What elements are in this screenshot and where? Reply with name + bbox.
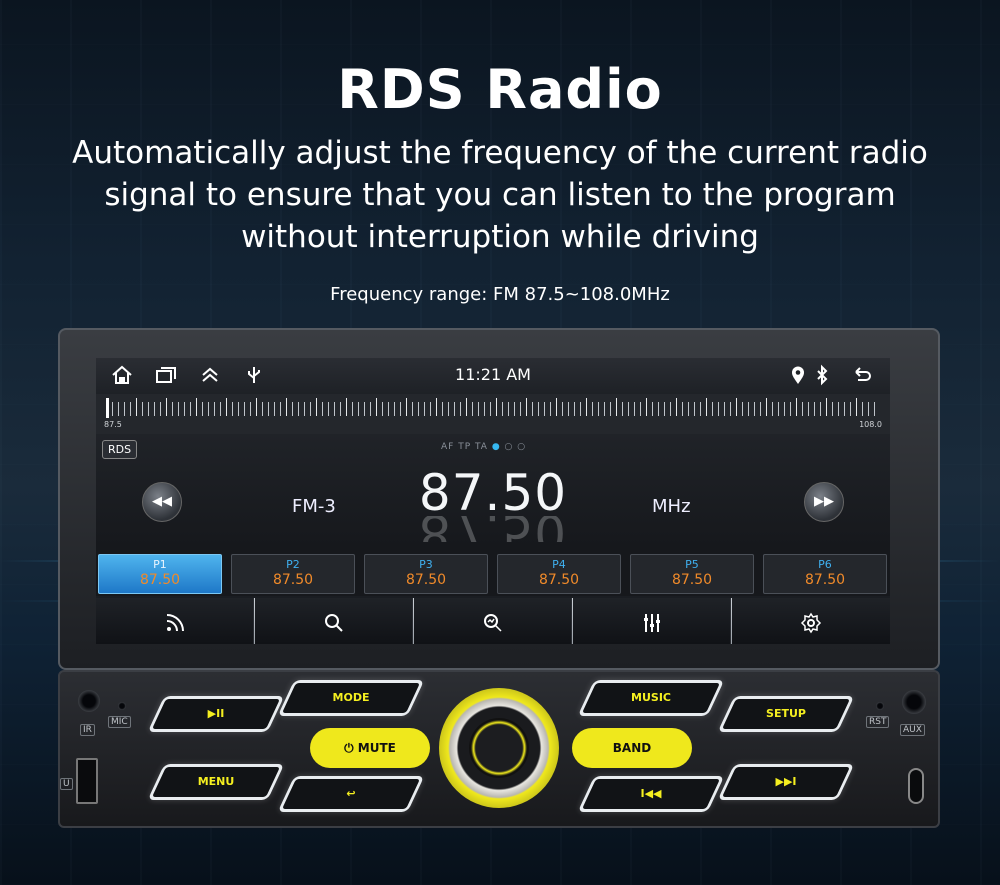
scale-min-label: 87.5	[104, 420, 122, 429]
frequency-range-text: Frequency range: FM 87.5~108.0MHz	[330, 284, 670, 305]
play-pause-button[interactable]: ▶II	[147, 696, 285, 732]
preset-6[interactable]: P6 87.50	[763, 554, 887, 594]
preset-value: 87.50	[139, 572, 181, 588]
mode-label: MODE	[332, 691, 370, 704]
preset-value: 87.50	[804, 572, 846, 588]
preset-label: P3	[419, 558, 433, 571]
setup-button[interactable]: SETUP	[717, 696, 855, 732]
bluetooth-icon	[810, 364, 834, 388]
page-subtitle: Automatically adjust the frequency of th…	[72, 135, 928, 255]
menu-label: MENU	[197, 775, 235, 788]
preset-value: 87.50	[405, 572, 447, 588]
frequency-display: 87.50	[418, 464, 568, 522]
rst-label: RST	[866, 716, 890, 728]
preset-5[interactable]: P5 87.50	[630, 554, 754, 594]
screen-frame: 11:21 AM 87.5 108.0 RDS AF TP TA ● ○ ○ ◀…	[58, 328, 940, 670]
tuner-display: RDS AF TP TA ● ○ ○ ◀◀ FM-3 87.50 87.50 M…	[96, 434, 890, 548]
setup-label: SETUP	[766, 707, 806, 720]
signal-icon[interactable]	[96, 598, 254, 644]
preset-label: P6	[818, 558, 832, 571]
preset-value: 87.50	[538, 572, 580, 588]
preset-label: P5	[685, 558, 699, 571]
preset-label: P1	[153, 558, 167, 571]
settings-icon[interactable]	[732, 598, 890, 644]
radio-unit: 11:21 AM 87.5 108.0 RDS AF TP TA ● ○ ○ ◀…	[58, 328, 940, 828]
flag-scan-icon: ○	[517, 442, 527, 452]
play-pause-label: ▶II	[207, 707, 225, 720]
mute-button[interactable]: ⏻ MUTE	[310, 728, 430, 768]
rds-flags-text: AF TP TA	[441, 442, 488, 452]
preset-2[interactable]: P2 87.50	[231, 554, 355, 594]
mic-label: MIC	[108, 716, 131, 728]
usb-label: U	[60, 778, 73, 790]
return-icon: ↩	[346, 787, 356, 800]
mute-label: MUTE	[357, 741, 396, 755]
seek-forward-button[interactable]: ▶▶	[804, 482, 844, 522]
back-icon[interactable]	[850, 364, 874, 388]
rds-flags: AF TP TA ● ○ ○	[441, 442, 526, 452]
flag-search-icon: ○	[504, 442, 514, 452]
next-icon: ▶▶I	[775, 775, 797, 788]
preset-value: 87.50	[272, 572, 314, 588]
reset-hole[interactable]	[876, 702, 884, 710]
tuning-needle[interactable]	[106, 398, 109, 418]
return-button[interactable]: ↩	[277, 776, 425, 812]
aux-label: AUX	[900, 724, 925, 736]
preset-bar: P1 87.50 P2 87.50 P3 87.50 P4 87.50 P5 8…	[96, 548, 890, 596]
scan-icon[interactable]	[414, 598, 572, 644]
preset-1[interactable]: P1 87.50	[98, 554, 222, 594]
equalizer-icon[interactable]	[573, 598, 731, 644]
next-button[interactable]: ▶▶I	[717, 764, 855, 800]
ir-sensor	[78, 690, 100, 712]
menu-button[interactable]: MENU	[147, 764, 285, 800]
preset-label: P2	[286, 558, 300, 571]
scale-max-label: 108.0	[859, 420, 882, 429]
preset-3[interactable]: P3 87.50	[364, 554, 488, 594]
search-icon[interactable]	[255, 598, 413, 644]
previous-icon: I◀◀	[640, 787, 662, 800]
preset-value: 87.50	[671, 572, 713, 588]
control-panel: IR MIC U ▶II MODE MENU ↩ ⏻ MUTE BAND MUS…	[58, 670, 940, 828]
preset-label: P4	[552, 558, 566, 571]
page-title: RDS Radio	[337, 58, 663, 121]
status-bar: 11:21 AM	[96, 358, 890, 394]
band-button[interactable]: BAND	[572, 728, 692, 768]
volume-knob[interactable]	[469, 718, 529, 778]
scale-major-ticks	[106, 398, 880, 416]
band-button-label: BAND	[612, 741, 652, 755]
music-label: MUSIC	[631, 691, 671, 704]
frequency-scale[interactable]: 87.5 108.0	[96, 394, 890, 434]
music-button[interactable]: MUSIC	[577, 680, 725, 716]
unit-label: MHz	[652, 496, 691, 517]
screen: 11:21 AM 87.5 108.0 RDS AF TP TA ● ○ ○ ◀…	[96, 358, 890, 644]
preset-4[interactable]: P4 87.50	[497, 554, 621, 594]
mic-hole	[118, 702, 126, 710]
previous-button[interactable]: I◀◀	[577, 776, 725, 812]
location-icon	[786, 364, 810, 388]
bottom-toolbar	[96, 598, 890, 644]
aux-jack[interactable]	[902, 690, 926, 714]
ir-label: IR	[80, 724, 95, 736]
mode-button[interactable]: MODE	[277, 680, 425, 716]
clock: 11:21 AM	[455, 365, 531, 384]
usb-c-port[interactable]	[908, 768, 924, 804]
usb-port[interactable]	[76, 758, 98, 804]
frequency-reflection: 87.50	[96, 516, 890, 542]
rds-button[interactable]: RDS	[102, 440, 138, 459]
flag-c-icon: ●	[491, 442, 501, 452]
